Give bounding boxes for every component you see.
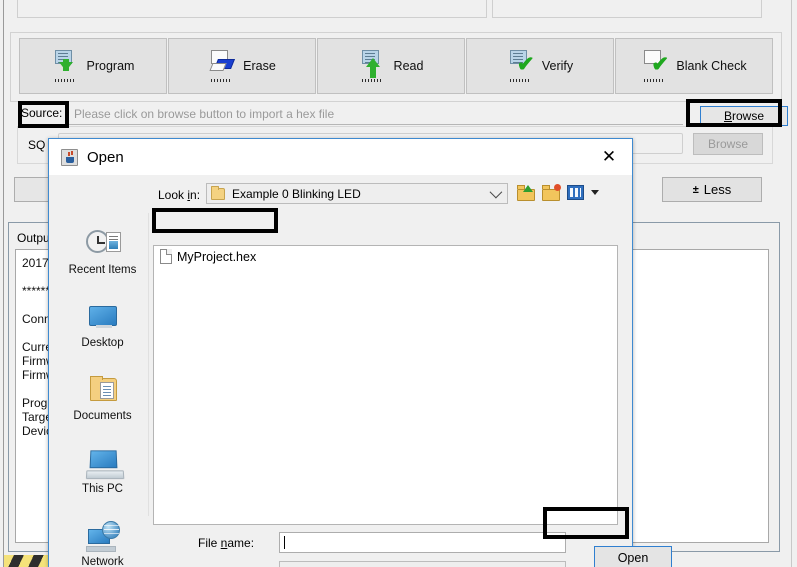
less-button-label: Less (703, 182, 732, 197)
blank-check-icon: ✔ (641, 50, 669, 82)
file-item-label: MyProject.hex (177, 249, 257, 264)
verify-button-label: Verify (541, 59, 574, 73)
look-in-row: Look in: Example 0 Blinking LED (49, 181, 634, 209)
read-button[interactable]: Read (317, 38, 465, 94)
window-right-edge (791, 0, 797, 567)
screen-root: Program Erase Read ✔ Verify ✔ Blank Chec… (0, 0, 797, 567)
verify-button[interactable]: ✔ Verify (466, 38, 614, 94)
eraser-icon (208, 50, 236, 82)
look-in-value: Example 0 Blinking LED (232, 186, 361, 201)
dialog-title: Open (87, 148, 124, 166)
view-menu-caret-icon[interactable] (591, 190, 599, 195)
file-name-row: File name: (153, 532, 633, 554)
look-in-label: Look in: (158, 188, 201, 202)
chevron-down-icon (489, 185, 503, 199)
file-icon (160, 249, 172, 264)
file-name-input[interactable] (279, 532, 566, 553)
chip-check-icon: ✔ (507, 50, 535, 82)
source-browse-label: Browse (723, 109, 765, 123)
text-caret (284, 536, 285, 549)
erase-button-label: Erase (243, 59, 276, 73)
sidebar-item-label: Network (81, 556, 124, 567)
this-pc-icon (85, 448, 121, 480)
sidebar-item-desktop[interactable]: Desktop (59, 302, 147, 349)
dialog-body: Look in: Example 0 Blinking LED Recent I… (49, 175, 672, 567)
erase-button[interactable]: Erase (168, 38, 316, 94)
sidebar-item-label: Documents (73, 410, 132, 422)
source-row: Source: Please click on browse button to… (10, 104, 788, 127)
sidebar-item-network[interactable]: Network (59, 521, 147, 567)
sidebar-item-label: Desktop (81, 337, 124, 349)
sqtp-browse-button: Browse (693, 133, 763, 155)
desktop-icon (85, 302, 121, 334)
open-button[interactable]: Open (594, 546, 672, 567)
dialog-toolbar (517, 184, 599, 201)
dialog-title-bar[interactable]: Open ✕ (49, 139, 632, 175)
open-button-label: Open (617, 551, 649, 565)
documents-folder-icon (85, 375, 121, 407)
sidebar-item-label: This PC (82, 483, 123, 495)
sidebar-item-label: Recent Items (68, 264, 137, 276)
blank-check-button[interactable]: ✔ Blank Check (615, 38, 773, 94)
file-name-label: File name: (198, 536, 255, 550)
open-file-dialog: Open ✕ Look in: Example 0 Blinking LED R… (48, 138, 672, 567)
chip-download-icon (52, 50, 80, 82)
chip-upload-icon (359, 50, 387, 82)
look-in-combobox[interactable]: Example 0 Blinking LED (206, 183, 508, 204)
folder-icon (211, 185, 225, 200)
window-left-edge (0, 0, 4, 567)
dialog-shortcut-sidebar: Recent Items Desktop Documents This PC N… (57, 213, 149, 567)
source-browse-button[interactable]: Browse (700, 106, 788, 126)
source-label: Source: (21, 106, 63, 120)
close-icon[interactable]: ✕ (586, 139, 632, 175)
network-icon (85, 521, 121, 553)
sidebar-item-this-pc[interactable]: This PC (59, 448, 147, 495)
blank-check-button-label: Blank Check (676, 59, 747, 73)
plus-minus-icon: ± (692, 183, 699, 196)
new-folder-icon[interactable] (542, 184, 561, 201)
files-of-type-row: Files of type: Hex (Hex File) (153, 561, 633, 567)
recent-items-icon (85, 229, 121, 261)
top-panel-right (492, 0, 762, 18)
program-button[interactable]: Program (19, 38, 167, 94)
sqtp-browse-label: Browse (707, 137, 748, 151)
files-of-type-combobox[interactable]: Hex (Hex File) (279, 561, 566, 567)
sidebar-item-recent-items[interactable]: Recent Items (59, 229, 147, 276)
file-list[interactable]: MyProject.hex (153, 245, 618, 525)
source-input[interactable]: Please click on browse button to import … (68, 104, 683, 125)
program-button-label: Program (86, 59, 135, 73)
sidebar-item-documents[interactable]: Documents (59, 375, 147, 422)
java-coffee-cup-icon (61, 148, 78, 166)
file-item-myproject[interactable]: MyProject.hex (160, 249, 256, 264)
sqtp-label: SQ (28, 138, 46, 152)
read-button-label: Read (393, 59, 424, 73)
less-button[interactable]: ± Less (662, 177, 762, 202)
up-one-level-icon[interactable] (517, 184, 536, 201)
top-panel-left (17, 0, 487, 18)
source-input-placeholder: Please click on browse button to import … (74, 107, 335, 121)
view-menu-icon[interactable] (567, 185, 584, 200)
